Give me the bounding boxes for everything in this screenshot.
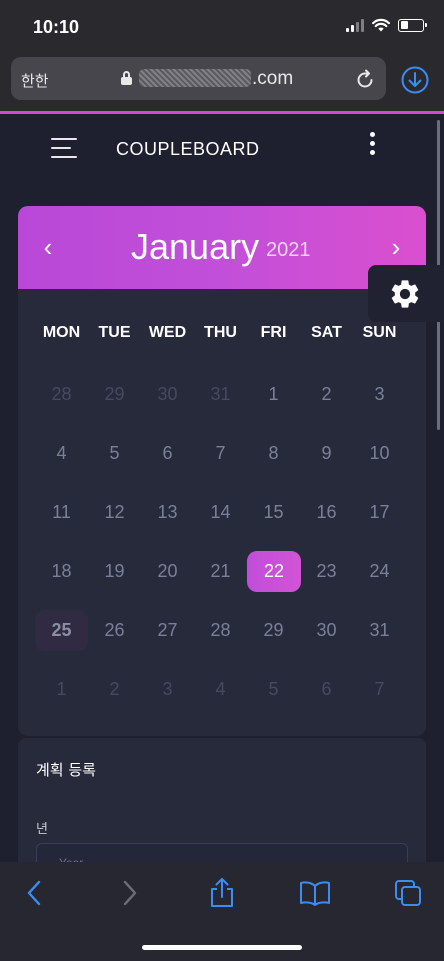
- calendar-day[interactable]: 17: [353, 492, 406, 533]
- weekday-mon: MON: [42, 324, 81, 341]
- weekday-sat: SAT: [311, 324, 342, 341]
- calendar-day[interactable]: 23: [300, 551, 353, 592]
- calendar-header: ‹ January 2021 ›: [18, 206, 426, 289]
- calendar-day[interactable]: 19: [88, 551, 141, 592]
- calendar-day[interactable]: 27: [141, 610, 194, 651]
- calendar-day[interactable]: 20: [141, 551, 194, 592]
- bookmarks-icon[interactable]: [299, 878, 331, 908]
- weekday-fri: FRI: [260, 324, 287, 341]
- share-icon[interactable]: [207, 878, 237, 908]
- calendar-day[interactable]: 15: [247, 492, 300, 533]
- browser-bottom-toolbar: [0, 862, 444, 961]
- cellular-signal-icon: [346, 18, 364, 32]
- url-domain: .com: [252, 68, 294, 89]
- calendar-day[interactable]: 16: [300, 492, 353, 533]
- weekday-tue: TUE: [98, 324, 131, 341]
- download-icon[interactable]: [400, 65, 430, 95]
- next-month-button[interactable]: ›: [384, 232, 408, 263]
- calendar: ‹ January 2021 › MON TUE WED THU FRI SAT…: [18, 206, 426, 736]
- reader-language-button[interactable]: 한한: [21, 70, 49, 91]
- status-bar: 10:10: [0, 0, 444, 54]
- battery-icon: [398, 18, 427, 32]
- calendar-day[interactable]: 1: [35, 669, 88, 710]
- calendar-day[interactable]: 3: [141, 669, 194, 710]
- calendar-day[interactable]: 6: [141, 433, 194, 474]
- app-header: COUPLEBOARD: [0, 114, 444, 194]
- calendar-day[interactable]: 18: [35, 551, 88, 592]
- more-options-icon[interactable]: [366, 132, 380, 156]
- calendar-day[interactable]: 21: [194, 551, 247, 592]
- url-bar[interactable]: 한한 .com: [11, 57, 386, 100]
- plan-form: 계획 등록 년 Year: [18, 738, 426, 883]
- calendar-day[interactable]: 1: [247, 374, 300, 415]
- calendar-month: January: [131, 226, 260, 267]
- weekday-sun: SUN: [362, 324, 397, 341]
- tabs-icon[interactable]: [393, 878, 423, 908]
- browser-toolbar: 한한 .com: [0, 54, 444, 112]
- calendar-day[interactable]: 14: [194, 492, 247, 533]
- home-indicator: [142, 945, 302, 950]
- lock-icon: [121, 71, 132, 85]
- back-icon[interactable]: [20, 878, 50, 908]
- calendar-day[interactable]: 22: [247, 551, 301, 592]
- calendar-day[interactable]: 4: [35, 433, 88, 474]
- weekday-row: MON TUE WED THU FRI SAT SUN: [18, 324, 426, 342]
- calendar-day[interactable]: 4: [194, 669, 247, 710]
- calendar-day[interactable]: 2: [300, 374, 353, 415]
- calendar-day[interactable]: 6: [300, 669, 353, 710]
- calendar-day[interactable]: 13: [141, 492, 194, 533]
- menu-icon[interactable]: [51, 138, 77, 158]
- weekday-wed: WED: [148, 324, 187, 341]
- calendar-day[interactable]: 5: [247, 669, 300, 710]
- redacted-domain: [139, 69, 251, 87]
- prev-month-button[interactable]: ‹: [36, 232, 60, 263]
- settings-button[interactable]: [368, 265, 444, 322]
- calendar-day[interactable]: 5: [88, 433, 141, 474]
- calendar-day[interactable]: 10: [353, 433, 406, 474]
- calendar-day[interactable]: 30: [300, 610, 353, 651]
- calendar-day[interactable]: 9: [300, 433, 353, 474]
- calendar-day[interactable]: 29: [247, 610, 300, 651]
- plan-form-title: 계획 등록: [36, 761, 96, 779]
- calendar-day[interactable]: 3: [353, 374, 406, 415]
- wifi-icon: [372, 18, 390, 32]
- calendar-day[interactable]: 31: [353, 610, 406, 651]
- calendar-day[interactable]: 2: [88, 669, 141, 710]
- weekday-thu: THU: [204, 324, 237, 341]
- calendar-day[interactable]: 8: [247, 433, 300, 474]
- status-time: 10:10: [33, 17, 80, 37]
- calendar-day[interactable]: 7: [194, 433, 247, 474]
- calendar-day[interactable]: 25: [35, 610, 88, 651]
- status-icons: [346, 18, 427, 32]
- calendar-day[interactable]: 28: [35, 374, 88, 415]
- gear-icon: [391, 280, 419, 308]
- calendar-year: 2021: [266, 239, 311, 261]
- app-title: COUPLEBOARD: [116, 139, 260, 159]
- calendar-day[interactable]: 7: [353, 669, 406, 710]
- calendar-day[interactable]: 30: [141, 374, 194, 415]
- year-label: 년: [36, 822, 48, 837]
- calendar-day[interactable]: 24: [353, 551, 406, 592]
- calendar-day[interactable]: 12: [88, 492, 141, 533]
- calendar-day[interactable]: 26: [88, 610, 141, 651]
- calendar-day[interactable]: 11: [35, 492, 88, 533]
- calendar-day[interactable]: 31: [194, 374, 247, 415]
- reload-icon[interactable]: [354, 68, 376, 90]
- calendar-day[interactable]: 28: [194, 610, 247, 651]
- forward-icon[interactable]: [114, 878, 144, 908]
- calendar-day[interactable]: 29: [88, 374, 141, 415]
